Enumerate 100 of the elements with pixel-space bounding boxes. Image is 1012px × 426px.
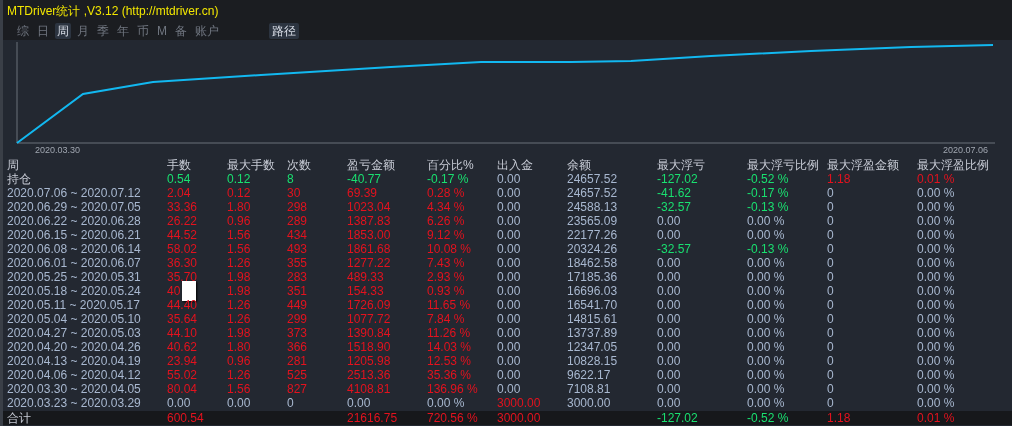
table-cell: 1205.98 [347, 354, 391, 368]
table-cell: 351 [287, 284, 308, 298]
table-cell: 1.56 [227, 242, 251, 256]
table-cell: -32.57 [657, 200, 692, 214]
table-cell: 35.36 % [427, 368, 472, 382]
table-cell: 0.12 [227, 172, 251, 186]
table-cell: 0 [827, 186, 834, 200]
table-cell: 1.98 [227, 270, 251, 284]
table-cell: 9622.17 [567, 368, 611, 382]
table-cell: 0.00 % [917, 368, 955, 382]
tab[interactable]: 周 [55, 23, 71, 39]
table-cell: 0.00 [657, 326, 681, 340]
table-cell: 2020.06.08 ~ 2020.06.14 [7, 242, 141, 256]
table-cell: 23.94 [167, 354, 198, 368]
table-cell: 489.33 [347, 270, 384, 284]
table-cell: 0.00 % [747, 256, 785, 270]
table-cell: 2020.05.11 ~ 2020.05.17 [7, 298, 140, 312]
table-cell: 6.26 % [427, 214, 465, 228]
table-cell: 1.26 [227, 312, 251, 326]
table-cell: 1.98 [227, 284, 251, 298]
table-cell: 0.00 % [747, 326, 785, 340]
column-header: 次数 [287, 158, 311, 172]
table-cell: 2.04 [167, 186, 191, 200]
table-cell: 14.03 % [427, 340, 472, 354]
table-cell: 0.00 [657, 354, 681, 368]
table-cell: 2020.05.04 ~ 2020.05.10 [7, 312, 141, 326]
table-cell: 13737.89 [567, 326, 618, 340]
table-cell: 0 [827, 242, 834, 256]
table-cell: 持仓 [7, 172, 31, 186]
table-cell: 24657.52 [567, 172, 618, 186]
table-cell: 0.00 % [917, 396, 955, 410]
table-cell: 0.00 % [917, 354, 955, 368]
table-cell: 0 [827, 284, 834, 298]
table-cell: 69.39 [347, 186, 378, 200]
column-header: 周 [7, 158, 19, 172]
table-cell: 0.00 [497, 270, 521, 284]
table-cell: 0.00 % [917, 340, 955, 354]
table-cell: 24657.52 [567, 186, 618, 200]
table-cell: 0.00 [497, 228, 521, 242]
table-cell: -0.17 % [427, 172, 469, 186]
column-header: 最大浮亏比例 [747, 158, 819, 172]
table-cell: 0 [827, 312, 834, 326]
tab[interactable]: 年 [115, 23, 131, 39]
table-cell: 23565.09 [567, 214, 618, 228]
table-cell: 0.00 % [917, 200, 955, 214]
table-cell: 281 [287, 354, 308, 368]
table-cell: 154.33 [347, 284, 384, 298]
table-cell: 0.00 % [917, 242, 955, 256]
tab[interactable]: 日 [35, 23, 51, 39]
table-cell: 4108.81 [347, 382, 391, 396]
table-cell: 299 [287, 312, 308, 326]
table-cell: 720.56 % [427, 411, 478, 425]
tab[interactable]: M [155, 23, 169, 39]
table-cell: 1.80 [227, 340, 251, 354]
tab[interactable]: 备 [173, 23, 189, 39]
table-cell: 0 [287, 396, 294, 410]
table-cell: 2020.06.01 ~ 2020.06.07 [7, 256, 141, 270]
path-button[interactable]: 路径 [269, 23, 299, 39]
table-cell: 80.04 [167, 382, 198, 396]
table-cell: 17185.36 [567, 270, 618, 284]
table-cell: 40 [167, 284, 181, 298]
table-cell: 0 [827, 200, 834, 214]
table-cell: 2020.03.30 ~ 2020.04.05 [7, 382, 141, 396]
table-cell: 21616.75 [347, 411, 398, 425]
table-cell: 0 [827, 326, 834, 340]
table-cell: 18462.58 [567, 256, 618, 270]
table-cell: 1726.09 [347, 298, 391, 312]
column-header: 最大浮盈比例 [917, 158, 989, 172]
table-cell: -32.57 [657, 242, 692, 256]
table-cell: 0 [827, 270, 834, 284]
table-cell: 0 [827, 396, 834, 410]
table-cell: 0.28 % [427, 186, 465, 200]
table-cell: 40.62 [167, 340, 198, 354]
table-cell: -40.77 [347, 172, 382, 186]
table-cell: 2020.06.22 ~ 2020.06.28 [7, 214, 141, 228]
tab[interactable]: 季 [95, 23, 111, 39]
table-cell: 14815.61 [567, 312, 618, 326]
table-cell: 0.00 % [917, 284, 955, 298]
table-cell: 0.00 [657, 228, 681, 242]
table-cell: 0 [827, 354, 834, 368]
table-cell: 44.52 [167, 228, 198, 242]
table-cell: 0.00 % [747, 354, 785, 368]
table-cell: 3000.00 [497, 411, 541, 425]
table-cell: 0.00 % [917, 298, 955, 312]
table-cell: 0.00 [497, 256, 521, 270]
tab[interactable]: 月 [75, 23, 91, 39]
tab[interactable]: 综 [15, 23, 31, 39]
table-cell: 355 [287, 256, 308, 270]
tab[interactable]: 币 [135, 23, 151, 39]
tab[interactable]: 账户 [193, 23, 221, 39]
table-cell: 0.00 [497, 326, 521, 340]
table-cell: 2020.03.23 ~ 2020.03.29 [7, 396, 141, 410]
table-cell: 11.65 % [427, 298, 471, 312]
table-cell: 373 [287, 326, 308, 340]
table-cell: 1518.90 [347, 340, 391, 354]
table-cell: 0.00 [167, 396, 191, 410]
table-cell: 1.80 [227, 200, 251, 214]
table-cell: 3000.00 [567, 396, 611, 410]
table-cell: 0.00 [657, 214, 681, 228]
table-cell: 0.00 % [747, 284, 785, 298]
